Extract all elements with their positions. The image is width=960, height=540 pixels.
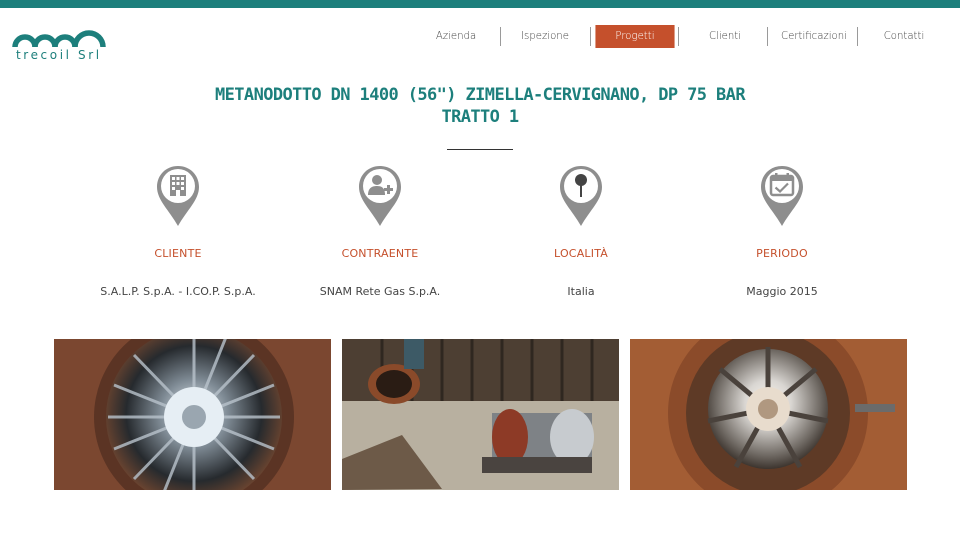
nav-separator [678,27,679,46]
nav-separator [767,27,768,46]
nav-separator [590,27,591,46]
nav-certificazioni[interactable]: Certificazioni [781,25,847,48]
project-title-line-2: TRATTO 1 [441,107,519,127]
nav-azienda[interactable]: Azienda [430,25,482,48]
info-periodo: PERIODO Maggio 2015 [682,164,882,298]
info-cliente: CLIENTE S.A.L.P. S.p.A. - I.CO.P. S.p.A. [78,164,278,298]
info-label: CLIENTE [154,247,202,260]
info-label: CONTRAENTE [341,247,419,260]
pipe-interior-photo[interactable] [54,339,331,490]
nav-contatti[interactable]: Contatti [876,25,931,48]
user-add-icon [359,166,401,226]
excavation-equipment-photo[interactable] [342,339,619,490]
calendar-check-icon [761,166,803,226]
logo-text: trecoil Srl [16,48,102,62]
info-label: LOCALITÀ [554,247,608,260]
title-divider [447,149,513,150]
project-title-line-1: METANODOTTO DN 1400 (56") ZIMELLA-CERVIG… [215,85,746,105]
info-value: SNAM Rete Gas S.p.A. [319,285,441,298]
info-value: Maggio 2015 [746,285,818,298]
info-contraente: CONTRAENTE SNAM Rete Gas S.p.A. [280,164,480,298]
nav-separator [500,27,501,46]
project-title: METANODOTTO DN 1400 (56") ZIMELLA-CERVIG… [180,84,780,128]
nav-separator [857,27,858,46]
nav-progetti[interactable]: Progetti [595,25,675,48]
map-pin-icon [560,166,602,226]
nav-ispezione[interactable]: Ispezione [520,25,570,48]
info-localita: LOCALITÀ Italia [481,164,681,298]
info-label: PERIODO [756,247,808,260]
info-value: Italia [567,285,595,298]
building-icon [157,166,199,226]
nav-clienti[interactable]: Clienti [700,25,750,48]
info-value: S.A.L.P. S.p.A. - I.CO.P. S.p.A. [100,285,256,298]
top-accent-bar [0,0,960,8]
pipe-centering-tool-photo[interactable] [630,339,907,490]
